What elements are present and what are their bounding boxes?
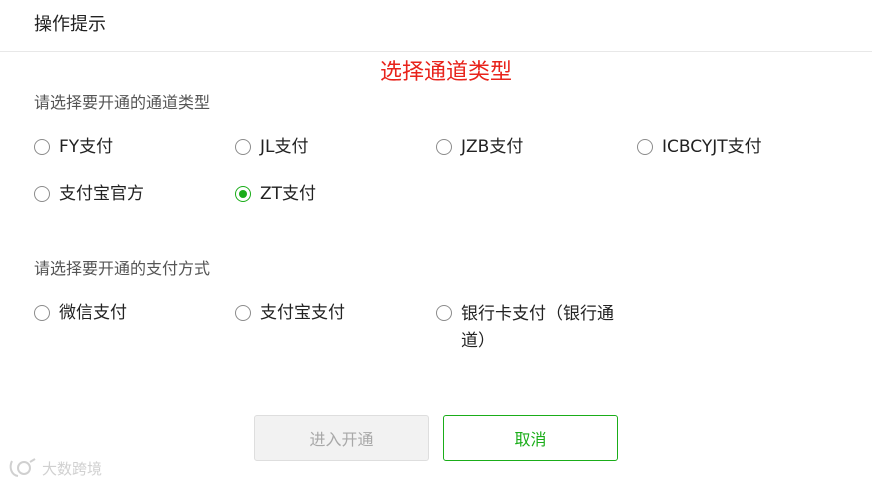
annotation-text: 选择通道类型 [380, 60, 513, 85]
radio-label: 微信支付 [59, 303, 127, 323]
watermark-logo-icon [9, 458, 36, 477]
channel-section-label: 请选择要开通的通道类型 [34, 93, 211, 112]
dialog-title: 操作提示 [34, 14, 106, 35]
radio-label: ZT支付 [260, 184, 317, 204]
watermark-text: 大数跨境 [42, 459, 103, 478]
enter-open-button[interactable]: 进入开通 [254, 415, 429, 461]
radio-channel-jl[interactable]: JL支付 [235, 135, 309, 159]
radio-channel-jzb[interactable]: JZB支付 [436, 135, 523, 159]
dialog-header: 操作提示 [0, 0, 872, 52]
radio-label: FY支付 [59, 137, 114, 157]
radio-circle-icon[interactable] [235, 305, 251, 321]
radio-circle-icon[interactable] [637, 139, 653, 155]
radio-channel-alipay-official[interactable]: 支付宝官方 [34, 182, 144, 206]
watermark: 大数跨境 [8, 457, 102, 479]
radio-channel-fy[interactable]: FY支付 [34, 135, 113, 159]
radio-label: 银行卡支付（银行通道） [461, 304, 614, 351]
radio-pay-alipay[interactable]: 支付宝支付 [235, 301, 345, 325]
radio-checked-icon[interactable] [235, 186, 251, 202]
radio-pay-wechat[interactable]: 微信支付 [34, 301, 127, 325]
radio-pay-bankcard[interactable]: 银行卡支付（银行通道） [436, 301, 621, 355]
radio-circle-icon[interactable] [436, 305, 452, 321]
radio-label: JL支付 [260, 137, 309, 157]
radio-label: 支付宝支付 [260, 303, 345, 323]
cancel-button[interactable]: 取消 [443, 415, 618, 461]
radio-circle-icon[interactable] [34, 139, 50, 155]
radio-label: ICBCYJT支付 [662, 137, 762, 157]
radio-label: 支付宝官方 [59, 184, 144, 204]
radio-circle-icon[interactable] [436, 139, 452, 155]
operation-dialog: 操作提示 选择通道类型 请选择要开通的通道类型 FY支付 JL支付 JZB支付 … [0, 0, 872, 487]
radio-circle-icon[interactable] [34, 305, 50, 321]
payment-section-label: 请选择要开通的支付方式 [34, 259, 211, 278]
radio-channel-zt[interactable]: ZT支付 [235, 182, 316, 206]
radio-circle-icon[interactable] [235, 139, 251, 155]
radio-channel-icbcyjt[interactable]: ICBCYJT支付 [637, 135, 762, 159]
radio-circle-icon[interactable] [34, 186, 50, 202]
radio-label: JZB支付 [461, 137, 524, 157]
